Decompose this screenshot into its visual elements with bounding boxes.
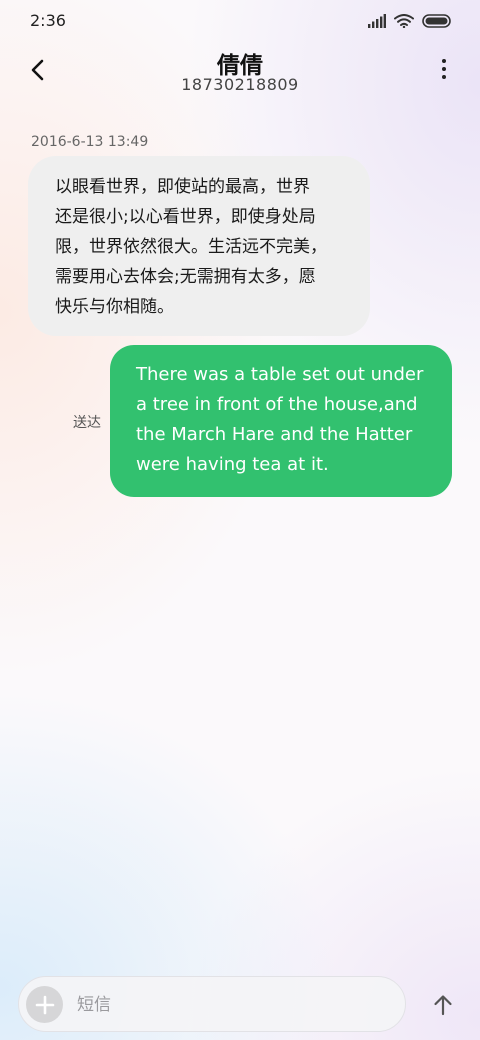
message-line: 限，世界依然很大。生活远不完美， [55, 237, 327, 257]
status-bar: 2:36 [0, 0, 480, 40]
wifi-icon [394, 14, 414, 28]
message-line: 还是很小;以心看世界，即使身处局 [55, 207, 316, 227]
message-line: were having tea at it. [136, 454, 329, 475]
incoming-message-bubble[interactable]: 以眼看世界，即使站的最高，世界 还是很小;以心看世界，即使身处局 限，世界依然很… [28, 156, 370, 336]
add-icon [35, 995, 54, 1014]
message-line: There was a table set out under [136, 364, 424, 385]
message-input[interactable] [77, 991, 377, 1019]
conversation-header: 倩倩 18730218809 [0, 40, 480, 110]
message-line: 快乐与你相随。 [55, 297, 174, 317]
delivery-status: 送达 [73, 415, 101, 431]
message-line: the March Hare and the Hatter [136, 424, 413, 445]
more-vertical-icon [442, 59, 446, 63]
send-arrow-icon [434, 995, 452, 1016]
message-composer [18, 976, 406, 1032]
message-line: 需要用心去体会;无需拥有太多，愿 [55, 267, 316, 287]
contact-number: 18730218809 [181, 75, 299, 94]
signal-icon [368, 14, 386, 28]
more-options-button[interactable] [432, 56, 456, 82]
status-time: 2:36 [30, 11, 66, 30]
message-timestamp: 2016-6-13 13:49 [31, 134, 149, 150]
message-line: 以眼看世界，即使站的最高，世界 [55, 177, 310, 197]
battery-icon [422, 14, 451, 28]
send-button[interactable] [426, 988, 460, 1022]
outgoing-message-bubble[interactable]: There was a table set out under a tree i… [110, 345, 452, 497]
message-line: a tree in front of the house,and [136, 394, 418, 415]
add-attachment-button[interactable] [26, 986, 63, 1023]
status-icons [368, 12, 452, 30]
